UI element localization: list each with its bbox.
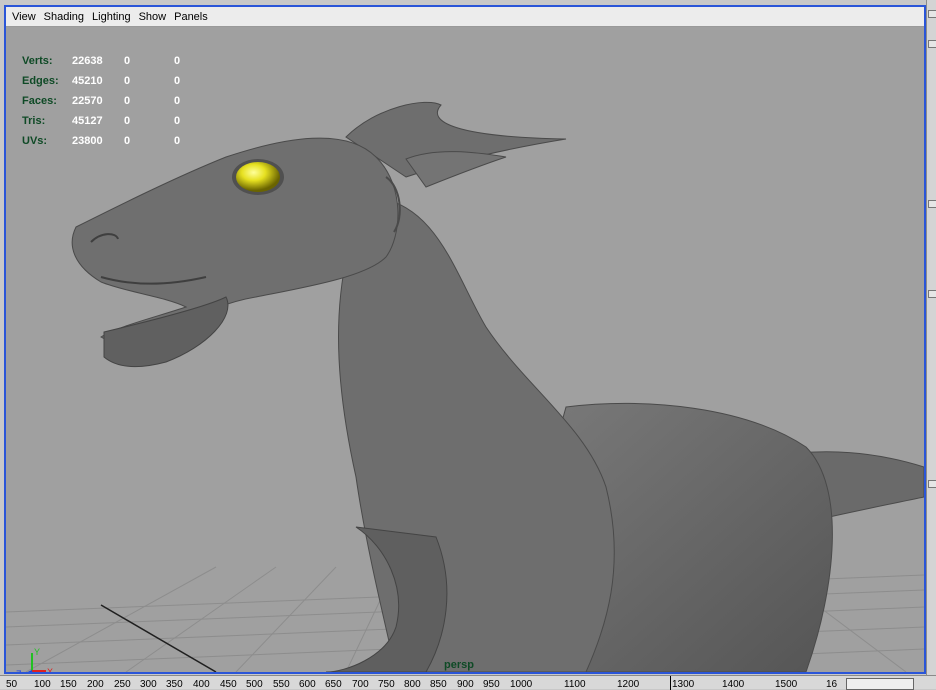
time-tick-label: 1200 [617, 679, 640, 690]
hud-value: 0 [174, 135, 181, 147]
menu-view[interactable]: View [10, 11, 42, 23]
creature-neck [338, 196, 615, 672]
panel-menubar: View Shading Lighting Show Panels [6, 7, 924, 27]
menu-shading[interactable]: Shading [42, 11, 90, 23]
hud-value: 0 [124, 115, 131, 127]
hud-value: 0 [174, 95, 181, 107]
hud-value: 22570 [72, 95, 103, 107]
time-tick-label: 16 [826, 679, 838, 690]
hud-value: 0 [174, 75, 181, 87]
hud-value: 0 [124, 95, 131, 107]
time-tick-label: 600 [299, 679, 316, 690]
hud-value: 22638 [72, 55, 103, 67]
time-tick-label: 950 [483, 679, 500, 690]
hud-value: 0 [174, 55, 181, 67]
time-tick-label: 800 [404, 679, 421, 690]
time-tick-label: 550 [273, 679, 290, 690]
time-tick-label: 300 [140, 679, 157, 690]
hud-value: 0 [124, 135, 131, 147]
creature-jaw [103, 296, 229, 367]
strip-tab[interactable] [928, 480, 936, 488]
strip-tab[interactable] [928, 290, 936, 298]
current-frame-marker[interactable] [670, 676, 671, 690]
time-tick-label: 900 [457, 679, 474, 690]
time-tick-label: 1400 [722, 679, 745, 690]
time-tick-label: 100 [34, 679, 51, 690]
time-slider[interactable]: 50 100 150 200 250 300 350 400 450 500 550 600 650 70… [0, 675, 936, 690]
hud-label: Tris: [22, 115, 46, 127]
time-tick-label: 650 [325, 679, 342, 690]
time-tick-label: 400 [193, 679, 210, 690]
current-time-field[interactable] [846, 678, 914, 690]
time-tick-label: 1100 [564, 679, 586, 690]
axis-gizmo-icon: Y X Z [16, 647, 53, 672]
poly-count-hud: Verts: 22638 0 0 Edges: 45210 0 0 Faces:… [22, 51, 202, 151]
menu-lighting[interactable]: Lighting [90, 11, 137, 23]
time-tick-label: 1000 [510, 679, 533, 690]
time-tick-label: 500 [246, 679, 263, 690]
time-tick-label: 850 [430, 679, 447, 690]
time-tick-label: 700 [352, 679, 369, 690]
creature-eye-ball [236, 162, 280, 192]
side-panel-strip [926, 0, 936, 675]
hud-value: 0 [124, 55, 131, 67]
strip-tab[interactable] [928, 200, 936, 208]
hud-row-uvs: UVs: 23800 0 0 [22, 131, 202, 151]
time-tick-label: 50 [6, 679, 18, 690]
menu-panels[interactable]: Panels [172, 11, 214, 23]
hud-value: 45210 [72, 75, 103, 87]
hud-row-edges: Edges: 45210 0 0 [22, 71, 202, 91]
strip-tab[interactable] [928, 40, 936, 48]
time-tick-label: 250 [114, 679, 131, 690]
hud-value: 45127 [72, 115, 103, 127]
time-tick-label: 150 [60, 679, 77, 690]
hud-label: Edges: [22, 75, 59, 87]
time-tick-label: 350 [166, 679, 183, 690]
time-tick-label: 1500 [775, 679, 798, 690]
axis-x-label: X [47, 667, 53, 672]
hud-row-faces: Faces: 22570 0 0 [22, 91, 202, 111]
viewport-scene[interactable]: Verts: 22638 0 0 Edges: 45210 0 0 Faces:… [6, 27, 924, 672]
time-tick-label: 450 [220, 679, 237, 690]
axis-z-label: Z [16, 669, 22, 672]
axis-y-label: Y [34, 647, 40, 657]
hud-label: Verts: [22, 55, 53, 67]
hud-row-verts: Verts: 22638 0 0 [22, 51, 202, 71]
hud-value: 23800 [72, 135, 103, 147]
time-tick-label: 1300 [672, 679, 695, 690]
viewport-panel[interactable]: View Shading Lighting Show Panels Verts:… [4, 5, 926, 674]
creature-horn-front [405, 151, 507, 188]
time-tick-label: 200 [87, 679, 104, 690]
hud-value: 0 [124, 75, 131, 87]
hud-label: Faces: [22, 95, 57, 107]
camera-name-label: persp [444, 659, 474, 671]
hud-value: 0 [174, 115, 181, 127]
hud-label: UVs: [22, 135, 48, 147]
hud-row-tris: Tris: 45127 0 0 [22, 111, 202, 131]
strip-tab[interactable] [928, 10, 936, 18]
time-tick-label: 750 [378, 679, 395, 690]
menu-show[interactable]: Show [137, 11, 173, 23]
